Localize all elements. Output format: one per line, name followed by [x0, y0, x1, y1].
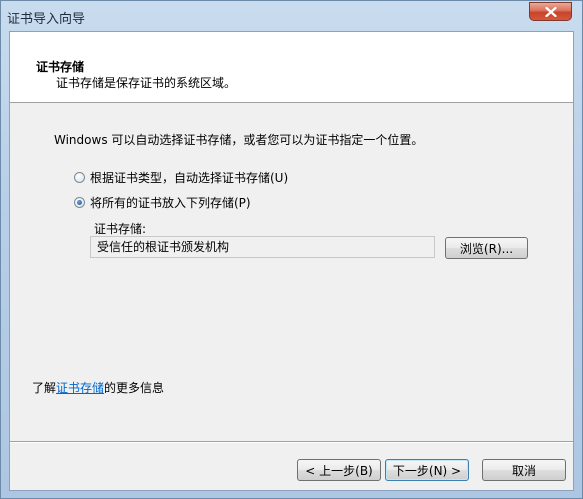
title-bar[interactable]: 证书导入向导	[1, 1, 582, 31]
certificate-store-help-link[interactable]: 证书存储	[56, 381, 104, 395]
close-button[interactable]	[529, 2, 572, 21]
close-icon	[544, 6, 557, 17]
browse-button[interactable]: 浏览(R)...	[445, 237, 528, 259]
back-button[interactable]: < 上一步(B)	[297, 459, 381, 481]
help-prefix: 了解	[32, 381, 57, 395]
wizard-window: 证书导入向导 证书存储 证书存储是保存证书的系统区域。 Windows 可以自动…	[0, 0, 583, 499]
window-title: 证书导入向导	[7, 12, 86, 27]
help-suffix: 的更多信息	[104, 381, 165, 395]
wizard-client-area: 证书存储 证书存储是保存证书的系统区域。 Windows 可以自动选择证书存储，…	[9, 31, 574, 491]
help-line: 了解证书存储的更多信息	[32, 379, 164, 396]
place-in-store-label[interactable]: 将所有的证书放入下列存储(P)	[90, 194, 251, 211]
page-subtitle: 证书存储是保存证书的系统区域。	[56, 76, 237, 90]
description-text: Windows 可以自动选择证书存储，或者您可以为证书指定一个位置。	[54, 133, 424, 147]
page-title: 证书存储	[36, 60, 85, 74]
next-button[interactable]: 下一步(N) >	[385, 459, 469, 481]
cancel-button[interactable]: 取消	[482, 459, 566, 481]
place-in-store-option[interactable]: 将所有的证书放入下列存储(P)	[74, 194, 251, 210]
certificate-store-label: 证书存储:	[94, 222, 147, 236]
place-in-store-radio[interactable]	[74, 196, 85, 208]
certificate-store-field: 受信任的根证书颁发机构	[90, 236, 435, 258]
wizard-header: 证书存储 证书存储是保存证书的系统区域。	[10, 32, 573, 103]
auto-select-radio[interactable]	[74, 171, 85, 183]
auto-select-store-option[interactable]: 根据证书类型，自动选择证书存储(U)	[74, 169, 288, 185]
auto-select-label[interactable]: 根据证书类型，自动选择证书存储(U)	[90, 169, 288, 186]
